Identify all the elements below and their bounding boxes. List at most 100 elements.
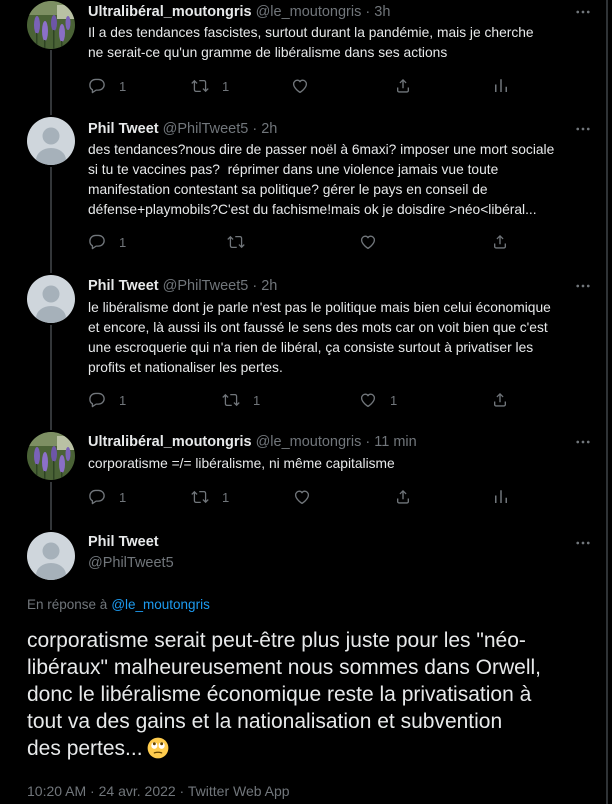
panel-border [606,0,608,804]
tweet-header: Ultralibéral_moutongris @le_moutongris · … [88,433,417,451]
retweet-button[interactable]: 1 [222,390,260,410]
share-button[interactable] [491,390,509,410]
tweet-time[interactable]: 2h [261,121,277,137]
retweet-icon [191,77,209,95]
reply-count: 1 [119,234,127,250]
share-icon [491,233,509,251]
separator: · [248,121,262,137]
thread-connector [50,167,52,273]
retweet-icon [191,488,209,506]
retweet-count: 1 [222,78,230,94]
like-button[interactable] [293,487,311,507]
like-icon [359,391,377,409]
like-icon [291,77,309,95]
like-button[interactable]: 1 [359,390,397,410]
more-icon[interactable] [574,277,592,295]
reply-count: 1 [119,489,127,505]
separator: · [361,4,375,20]
reply-button[interactable]: 1 [88,390,126,410]
tweet-footer: 10:20 AM · 24 avr. 2022 · Twitter Web Ap… [27,782,290,800]
tweet-source: Twitter Web App [187,783,290,799]
author-name[interactable]: Phil Tweet [88,533,159,551]
author-name[interactable]: Ultralibéral_moutongris [88,434,252,450]
thread-connector [50,482,52,530]
default-avatar[interactable] [27,117,75,165]
author-handle[interactable]: @le_moutongris [256,4,362,20]
reply-button[interactable]: 1 [88,76,126,96]
reply-button[interactable]: 1 [88,232,126,252]
tweet-text-line: si tu te vaccines pas? réprimer dans une… [88,162,499,177]
reply-icon [88,233,106,251]
author-handle[interactable]: @le_moutongris [256,434,362,450]
share-icon [394,77,412,95]
default-avatar[interactable] [27,532,75,580]
separator: · [361,434,375,450]
more-icon[interactable] [574,433,592,451]
main-text-line: libéraux" malheureusement nous sommes da… [27,656,542,679]
reply-to-link[interactable]: @le_moutongris [111,597,210,612]
thread-connector [50,50,52,115]
thread-connector [50,325,52,430]
author-handle[interactable]: @PhilTweet5 [163,278,249,294]
share-button[interactable] [491,232,509,252]
author-name[interactable]: Phil Tweet [88,278,159,294]
analytics-button[interactable] [492,487,510,507]
retweet-button[interactable]: 1 [191,487,229,507]
like-button[interactable] [359,232,377,252]
tweet-text-line: des tendances?nous dire de passer noël à… [88,142,555,157]
tweet-text-line: défense+playmobils?C'est du fachisme!mai… [88,202,537,217]
analytics-button[interactable] [492,76,510,96]
tweet-text-line: corporatisme =/= libéralisme, ni même ca… [88,456,395,471]
separator: · [248,278,262,294]
tweet-text: corporatisme =/= libéralisme, ni même ca… [88,454,395,474]
share-button[interactable] [394,76,412,96]
main-text-line: corporatisme serait peut-être plus juste… [27,629,526,652]
tweet-header: Ultralibéral_moutongris @le_moutongris · … [88,3,390,21]
separator: · [86,783,99,799]
retweet-button[interactable]: 1 [191,76,229,96]
tweet-time[interactable]: 3h [374,4,390,20]
tweet-time[interactable]: 11 min [374,434,416,450]
retweet-count: 1 [222,489,230,505]
tweet-date[interactable]: 24 avr. 2022 [99,783,176,799]
lavender-flowers-avatar[interactable] [27,432,75,480]
tweet-text-line: Il a des tendances fascistes, surtout du… [88,25,534,40]
separator: · [175,783,188,799]
tweet-header: Phil Tweet @PhilTweet5 · 2h [88,277,277,295]
tweet-text-line: ne serait-ce qu'un gramme de libéralisme… [88,45,448,60]
retweet-count: 1 [253,392,261,408]
tweet-text-line: et encore, là aussi ils ont faussé le se… [88,320,548,335]
like-icon [293,488,311,506]
main-text-line: des pertes... [27,737,143,760]
tweet-timestamp[interactable]: 10:20 AM [27,783,86,799]
reply-count: 1 [119,78,127,94]
more-icon[interactable] [574,3,592,21]
author-name[interactable]: Ultralibéral_moutongris [88,4,252,20]
tweet-text-line: manifestation contestant sa politique? g… [88,182,488,197]
reply-icon [88,488,106,506]
tweet-time[interactable]: 2h [261,278,277,294]
retweet-button[interactable] [227,232,245,252]
more-icon[interactable] [574,534,592,552]
author-handle[interactable]: @PhilTweet5 [163,121,249,137]
analytics-icon [492,77,510,95]
main-text-line-last: des pertes... [27,735,541,762]
reply-button[interactable]: 1 [88,487,126,507]
author-handle[interactable]: @PhilTweet5 [88,554,174,572]
lavender-flowers-avatar[interactable] [27,1,75,49]
tweet-text-line: profits et nationaliser les pertes. [88,360,283,375]
like-button[interactable] [291,76,309,96]
tweet-text-line: le libéralisme dont je parle n'est pas l… [88,300,551,315]
share-icon [491,391,509,409]
reply-count: 1 [119,392,127,408]
tweet-header: Phil Tweet @PhilTweet5 · 2h [88,120,277,138]
default-avatar[interactable] [27,275,75,323]
share-icon [394,488,412,506]
author-name[interactable]: Phil Tweet [88,121,159,137]
share-button[interactable] [394,487,412,507]
reply-context: En réponse à @le_moutongris [27,596,210,614]
main-text-line: tout va des gains et la nationalisation … [27,710,503,733]
main-text-line: donc le libéralisme économique reste la … [27,683,532,706]
more-icon[interactable] [574,120,592,138]
like-count: 1 [390,392,398,408]
